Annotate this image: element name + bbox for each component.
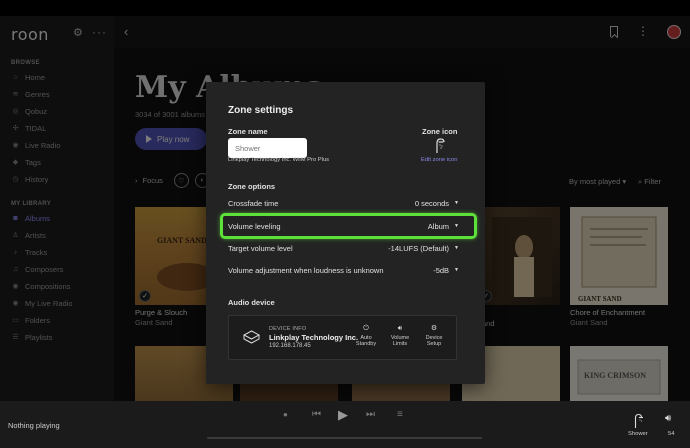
device-name: Linkplay Technology Inc.	[269, 333, 359, 342]
now-playing-text: Nothing playing	[8, 421, 60, 430]
caret-down-icon: ▼	[454, 200, 459, 206]
previous-track-icon[interactable]: ⏮	[312, 409, 321, 420]
power-icon: ⏻	[363, 325, 369, 332]
device-setup-button[interactable]: ⚙ Device Setup	[420, 325, 448, 348]
caret-down-icon: ▼	[454, 223, 459, 229]
option-label: Crossfade time	[228, 198, 279, 208]
shower-zone-icon[interactable]	[633, 413, 643, 429]
zone-settings-dialog: Zone settings Zone name Linkplay Technol…	[206, 82, 485, 384]
zone-label[interactable]: Shower	[628, 431, 648, 437]
zone-name-input[interactable]	[228, 138, 307, 158]
transport-bar: Nothing playing ● ⏮ ▶ ⏭ ≡ Shower 🔊︎ 54	[0, 401, 690, 448]
shuffle-dot-icon[interactable]: ●	[283, 410, 288, 419]
action-label: Device	[425, 334, 443, 341]
device-card: DEVICE INFO Linkplay Technology Inc. 192…	[228, 315, 457, 360]
option-value: Album	[427, 221, 450, 231]
zone-device-line: Linkplay Technology Inc. WiiM Pro Plus	[228, 157, 330, 163]
progress-bar[interactable]	[207, 437, 482, 439]
device-ip: 192.168.178.45	[269, 343, 311, 349]
play-icon[interactable]: ▶	[338, 407, 348, 423]
volume-adjustment-dropdown[interactable]: -5dB ▼	[433, 266, 459, 275]
option-label: Target volume level	[228, 243, 293, 253]
target-volume-dropdown[interactable]: -14LUFS (Default) ▼	[388, 244, 459, 253]
crossfade-dropdown[interactable]: 0 seconds ▼	[415, 199, 459, 208]
target-volume-row[interactable]: Target volume level -14LUFS (Default) ▼	[228, 241, 459, 255]
caret-down-icon: ▼	[454, 245, 459, 251]
action-label: Volume	[390, 334, 410, 341]
crossfade-time-row[interactable]: Crossfade time 0 seconds ▼	[228, 196, 459, 210]
next-track-icon[interactable]: ⏭	[366, 409, 375, 420]
option-label: Volume adjustment when loudness is unkno…	[228, 265, 384, 275]
caret-down-icon: ▼	[454, 267, 459, 273]
option-value: 0 seconds	[414, 198, 450, 208]
option-value: -5dB	[433, 265, 450, 275]
volume-leveling-row[interactable]: Volume leveling Album ▼	[228, 219, 459, 233]
volume-icon[interactable]: 🔊︎	[665, 413, 671, 424]
queue-icon[interactable]: ≡	[397, 409, 403, 420]
shower-icon[interactable]	[434, 137, 445, 154]
action-label: Standby	[355, 341, 377, 347]
device-info-label: DEVICE INFO	[269, 326, 307, 332]
edit-zone-icon-link[interactable]: Edit zone icon	[421, 157, 457, 163]
volume-leveling-dropdown[interactable]: Album ▼	[428, 222, 459, 231]
audio-device-label: Audio device	[228, 298, 275, 307]
zone-name-label: Zone name	[228, 127, 268, 136]
zone-options-label: Zone options	[228, 182, 276, 191]
option-label: Volume leveling	[228, 221, 281, 231]
auto-standby-button[interactable]: ⏻ Auto Standby	[352, 325, 380, 348]
volume-icon: 🔊︎	[397, 325, 403, 332]
zone-icon-label: Zone icon	[422, 127, 458, 136]
dialog-title: Zone settings	[228, 105, 294, 116]
action-label: Limits	[392, 341, 408, 347]
gear-icon: ⚙	[430, 325, 438, 332]
volume-limits-button[interactable]: 🔊︎ Volume Limits	[386, 325, 414, 348]
volume-adjustment-row[interactable]: Volume adjustment when loudness is unkno…	[228, 263, 459, 277]
action-label: Auto	[360, 334, 372, 341]
option-value: -14LUFS (Default)	[388, 243, 450, 253]
volume-level: 54	[668, 431, 675, 437]
device-icon	[243, 330, 260, 344]
action-label: Setup	[426, 341, 442, 347]
